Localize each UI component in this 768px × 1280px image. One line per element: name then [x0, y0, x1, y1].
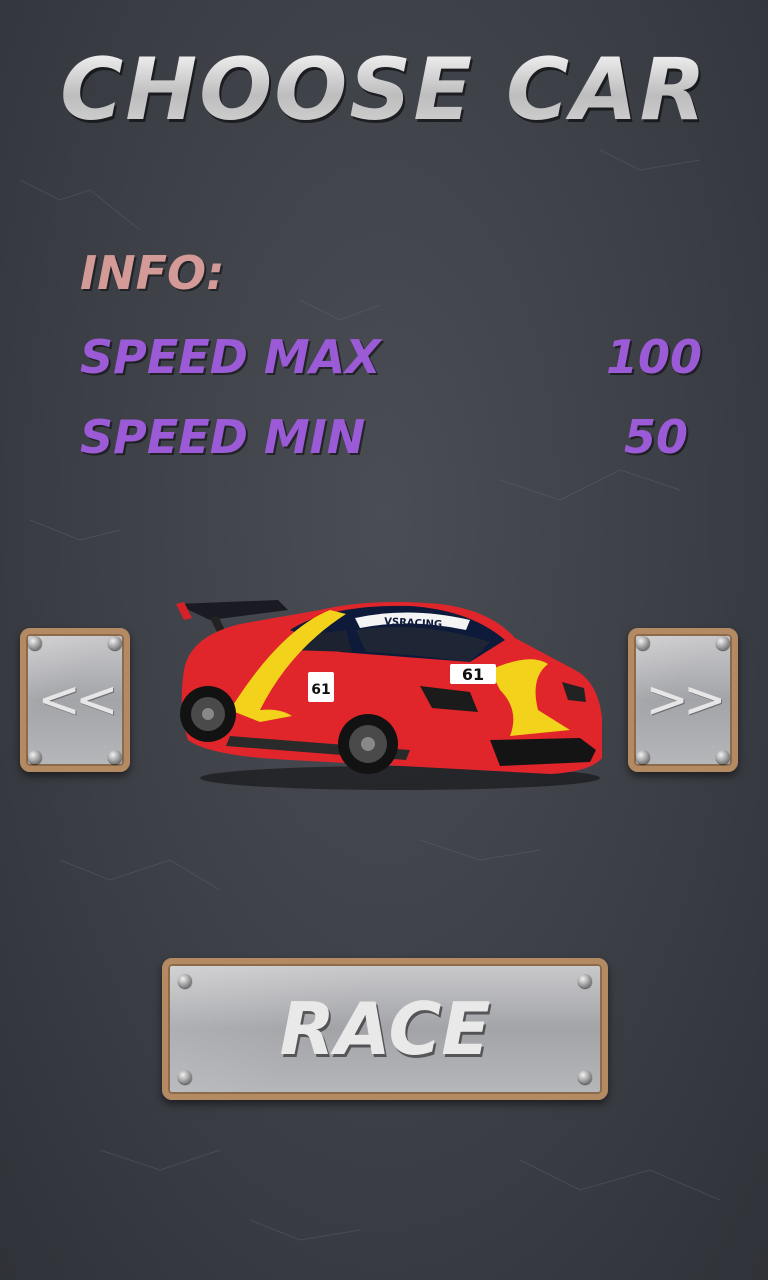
stat-value: 100: [605, 330, 702, 384]
front-wheel: [338, 714, 398, 774]
rear-wheel: [180, 686, 236, 742]
car-door-number: 61: [311, 682, 330, 698]
stat-name: SPEED MAX: [80, 330, 381, 384]
car-hood-number: 61: [462, 665, 484, 684]
info-label: INFO:: [80, 246, 225, 300]
next-arrow-label: >>: [645, 670, 726, 730]
prev-arrow-label: <<: [37, 670, 118, 730]
stat-row-speed-max: SPEED MAX 100: [80, 330, 710, 390]
stat-value: 50: [623, 410, 688, 464]
race-button-label: RACE: [279, 987, 491, 1071]
stat-row-speed-min: SPEED MIN 50: [80, 410, 710, 470]
page-title: CHOOSE CAR: [0, 40, 768, 140]
next-car-button[interactable]: >>: [628, 628, 738, 772]
prev-car-button[interactable]: <<: [20, 628, 130, 772]
rear-wing: [176, 600, 288, 620]
race-button[interactable]: RACE: [162, 958, 608, 1100]
stat-name: SPEED MIN: [80, 410, 366, 464]
race-car-image: 61 61 VSRACING: [176, 600, 602, 790]
